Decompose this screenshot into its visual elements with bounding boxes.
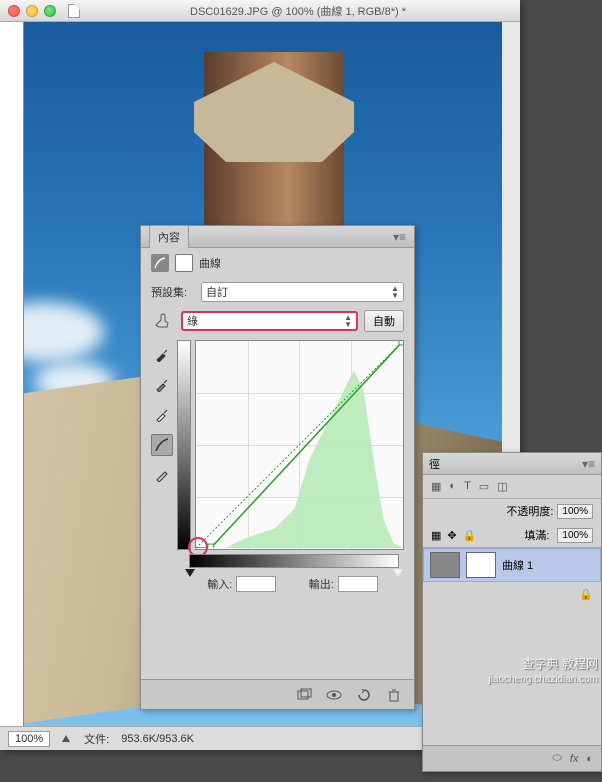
traffic-lights bbox=[8, 5, 56, 17]
close-icon[interactable] bbox=[8, 5, 20, 17]
layers-menu-icon[interactable]: ▾≡ bbox=[582, 457, 595, 471]
curves-tools bbox=[151, 340, 173, 550]
layer-thumbnail[interactable] bbox=[430, 552, 460, 578]
mask-add-icon[interactable]: ◐ bbox=[586, 753, 593, 765]
panel-header[interactable]: 內容 ▾≡ bbox=[141, 226, 414, 248]
curve-line[interactable] bbox=[196, 341, 403, 548]
eyedropper-white-icon[interactable] bbox=[151, 404, 173, 426]
layers-panel: 徑 ▾≡ ▦ ◐ T ▭ ◫ 不透明度: 100% ▦ ✥ 🔒 填滿: 100%… bbox=[422, 452, 602, 772]
curve-edit-icon[interactable] bbox=[151, 434, 173, 456]
preset-select[interactable]: 自訂 ▲▼ bbox=[201, 282, 404, 302]
filter-smart-icon[interactable]: ◫ bbox=[497, 480, 507, 493]
clip-icon[interactable] bbox=[294, 686, 314, 704]
channel-select[interactable]: 綠 ▲▼ bbox=[181, 311, 358, 331]
tab-paths[interactable]: 徑 bbox=[429, 456, 440, 472]
input-field[interactable] bbox=[236, 576, 276, 592]
black-point-slider[interactable] bbox=[185, 569, 195, 577]
watermark: 查字典 教程网 jiaocheng.chazidian.com bbox=[488, 656, 598, 688]
eyedropper-black-icon[interactable] bbox=[151, 344, 173, 366]
trash-icon[interactable] bbox=[384, 686, 404, 704]
lock-all-icon[interactable]: 🔒 bbox=[463, 529, 477, 542]
zoom-icon[interactable] bbox=[44, 5, 56, 17]
minimize-icon[interactable] bbox=[26, 5, 38, 17]
zoom-field[interactable]: 100% bbox=[8, 731, 50, 747]
window-title: DSC01629.JPG @ 100% (曲線 1, RGB/8*) * bbox=[84, 3, 512, 19]
fill-label: 填滿: bbox=[524, 527, 549, 543]
panel-menu-icon[interactable]: ▾≡ bbox=[393, 230, 406, 244]
white-point-slider[interactable] bbox=[393, 569, 403, 577]
panel-footer bbox=[141, 679, 414, 709]
preset-value: 自訂 bbox=[206, 284, 228, 300]
layer-item[interactable]: 曲線 1 bbox=[423, 548, 601, 582]
fx-icon[interactable]: fx bbox=[570, 753, 579, 765]
titlebar[interactable]: DSC01629.JPG @ 100% (曲線 1, RGB/8*) * bbox=[0, 0, 520, 22]
panel-tab-content[interactable]: 內容 bbox=[149, 225, 189, 248]
eyedropper-gray-icon[interactable] bbox=[151, 374, 173, 396]
opacity-value[interactable]: 100% bbox=[557, 504, 593, 519]
adjustment-name: 曲線 bbox=[199, 255, 221, 271]
ruler-vertical[interactable] bbox=[0, 22, 24, 726]
link-icon[interactable]: ⬭ bbox=[552, 752, 561, 765]
pencil-icon[interactable] bbox=[151, 464, 173, 486]
fill-value[interactable]: 100% bbox=[557, 528, 593, 543]
target-adjust-icon[interactable] bbox=[151, 312, 175, 330]
auto-button[interactable]: 自動 bbox=[364, 310, 404, 332]
input-label: 輸入: bbox=[207, 576, 232, 592]
watermark-text: 查字典 教程网 bbox=[488, 656, 598, 672]
layers-tabs[interactable]: 徑 ▾≡ bbox=[423, 453, 601, 475]
lock-pixels-icon[interactable]: ▦ bbox=[431, 529, 441, 542]
output-label: 輸出: bbox=[309, 576, 334, 592]
filesize-value: 953.6K/953.6K bbox=[121, 733, 194, 745]
filesize-label: 文件: bbox=[84, 731, 109, 747]
lock-position-icon[interactable]: ✥ bbox=[447, 529, 456, 542]
filter-image-icon[interactable]: ▦ bbox=[431, 480, 441, 493]
layers-footer: ⬭ fx ◐ bbox=[423, 745, 601, 771]
info-triangle-icon[interactable] bbox=[62, 735, 70, 742]
opacity-label: 不透明度: bbox=[506, 503, 553, 519]
filter-type-icon[interactable]: T bbox=[464, 480, 471, 493]
layer-filter-bar: ▦ ◐ T ▭ ◫ bbox=[423, 475, 601, 499]
filter-adjust-icon[interactable]: ◐ bbox=[449, 480, 456, 493]
filter-shape-icon[interactable]: ▭ bbox=[479, 480, 489, 493]
curves-adjustment-icon[interactable] bbox=[151, 254, 169, 272]
document-icon bbox=[68, 4, 80, 18]
reset-icon[interactable] bbox=[354, 686, 374, 704]
layer-name[interactable]: 曲線 1 bbox=[502, 557, 533, 573]
lock-indicator-icon: 🔒 bbox=[579, 588, 593, 601]
input-gradient[interactable] bbox=[189, 554, 399, 568]
mask-icon[interactable] bbox=[175, 254, 193, 272]
channel-value: 綠 bbox=[187, 313, 198, 329]
eye-icon[interactable] bbox=[324, 686, 344, 704]
output-gradient[interactable] bbox=[177, 340, 191, 550]
curves-graph[interactable] bbox=[195, 340, 404, 550]
watermark-url: jiaocheng.chazidian.com bbox=[488, 672, 598, 688]
layer-mask-thumbnail[interactable] bbox=[466, 552, 496, 578]
properties-panel: 內容 ▾≡ 曲線 預設集: 自訂 ▲▼ 綠 ▲▼ 自動 bbox=[140, 225, 415, 710]
output-field[interactable] bbox=[338, 576, 378, 592]
preset-label: 預設集: bbox=[151, 284, 195, 300]
